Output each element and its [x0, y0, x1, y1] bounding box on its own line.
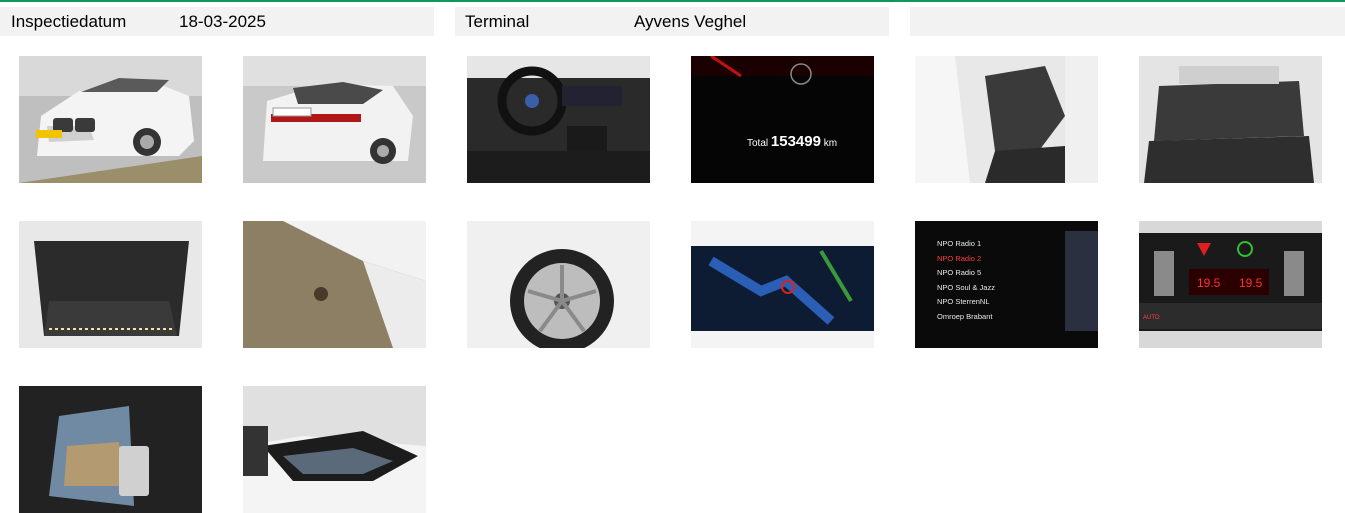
top-accent-line — [0, 0, 1345, 2]
photo-front-exterior[interactable] — [19, 56, 202, 183]
photo-bumper-damage[interactable] — [243, 221, 426, 348]
climate-auto-label: AUTO — [1143, 315, 1160, 321]
empty-header-cell — [910, 7, 1345, 36]
photo-headlight[interactable] — [243, 386, 426, 513]
left-temperature: 19.5 — [1197, 276, 1221, 290]
photo-wheel[interactable] — [467, 221, 650, 348]
photo-front-seats[interactable] — [915, 56, 1098, 183]
terminal-value: Ayvens Veghel — [634, 12, 747, 31]
photo-navigation-screen[interactable] — [691, 221, 874, 348]
inspection-date-value: 18-03-2025 — [179, 12, 266, 31]
photo-rear-exterior[interactable] — [243, 56, 426, 183]
radio-station: NPO Radio 1 — [937, 239, 982, 248]
radio-station: Omroep Brabant — [937, 311, 993, 321]
inspection-date-header: Inspectiedatum 18-03-2025 — [0, 7, 434, 36]
odometer-total-label: Total — [747, 138, 769, 149]
photo-dashboard[interactable] — [467, 56, 650, 183]
radio-station: NPO Radio 5 — [937, 268, 982, 277]
photo-manual-and-keys[interactable] — [19, 386, 202, 513]
odometer-unit: km — [823, 138, 838, 149]
photo-trunk[interactable] — [19, 221, 202, 348]
photo-radio-screen[interactable]: NPO Radio 1 NPO Radio 2 NPO Radio 5 NPO … — [915, 221, 1098, 348]
radio-station: NPO Soul & Jazz — [937, 282, 995, 292]
photo-rear-seats[interactable] — [1139, 56, 1322, 183]
right-temperature: 19.5 — [1239, 276, 1263, 290]
radio-station: NPO Radio 2 — [937, 253, 982, 263]
radio-station-list: NPO Radio 1 NPO Radio 2 NPO Radio 5 NPO … — [937, 237, 995, 324]
odometer-reading: Total 153499 km — [747, 133, 837, 150]
terminal-header: Terminal Ayvens Veghel — [455, 7, 889, 36]
odometer-value: 153499 — [770, 133, 821, 150]
radio-station: NPO SterrenNL — [937, 297, 990, 306]
terminal-label: Terminal — [465, 12, 530, 31]
photo-climate-control[interactable]: 19.5 19.5 AUTO — [1139, 221, 1322, 348]
photo-odometer[interactable]: Total 153499 km — [691, 56, 874, 183]
inspection-date-label: Inspectiedatum — [11, 12, 127, 31]
